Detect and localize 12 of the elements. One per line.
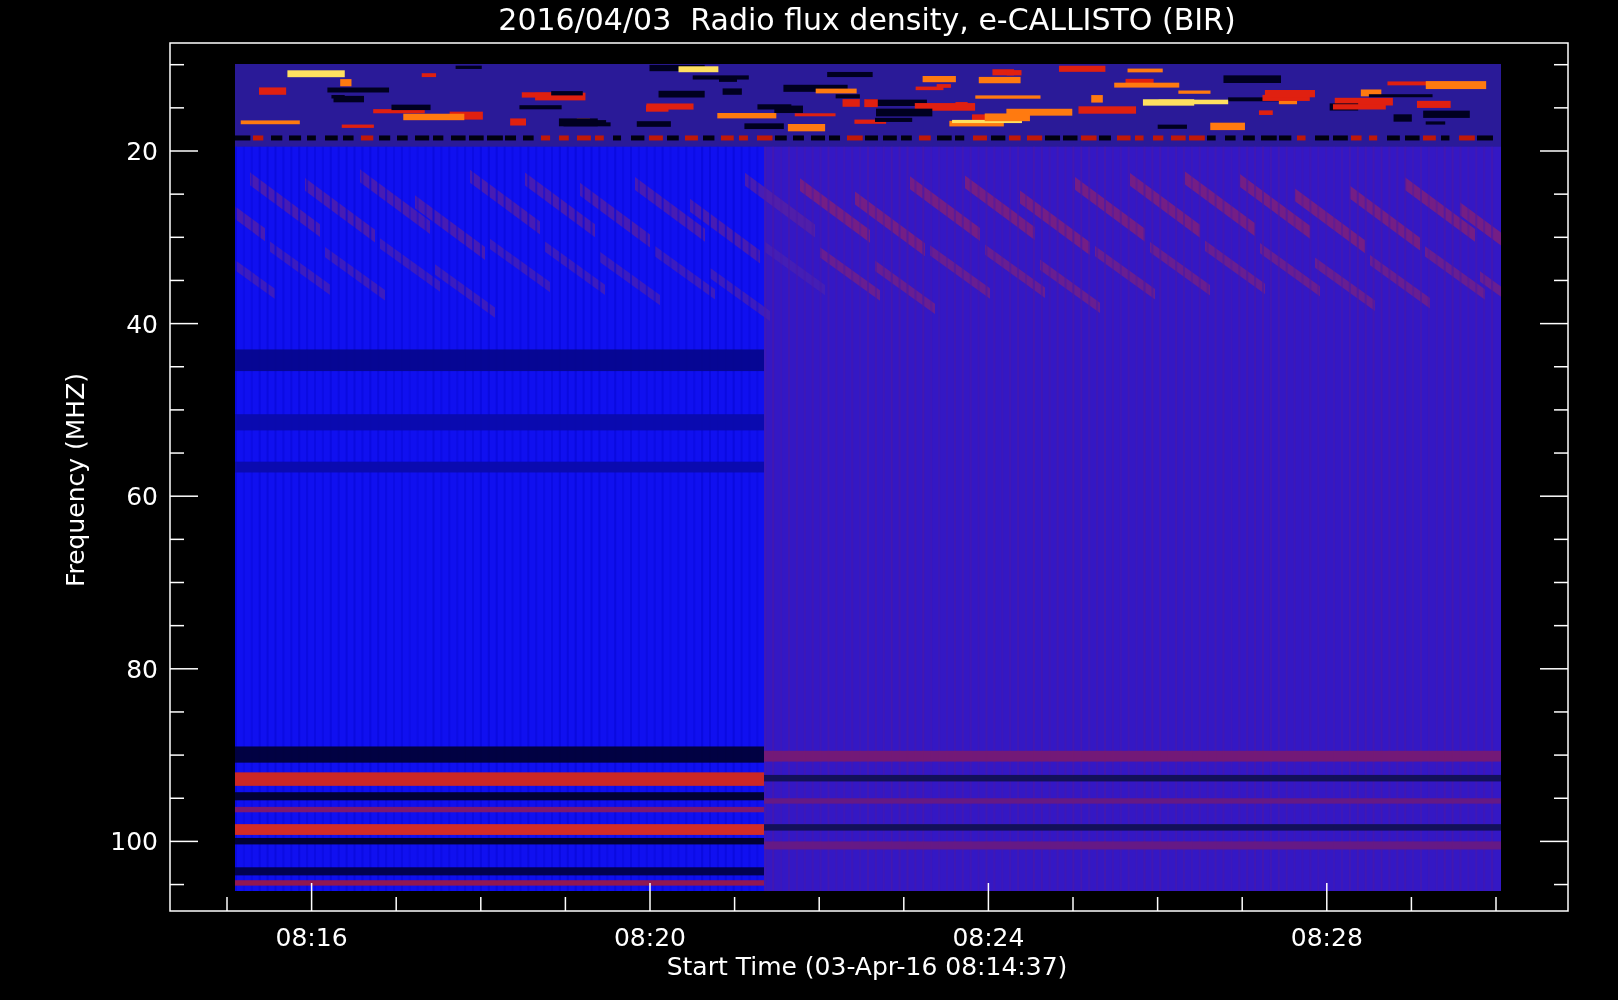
x-axis-label: Start Time (03-Apr-16 08:14:37) xyxy=(666,952,1068,981)
x-axis-tick-label: 08:28 xyxy=(1290,923,1363,952)
y-axis-tick-label: 20 xyxy=(126,137,158,166)
y-axis-tick-label: 60 xyxy=(126,482,158,512)
x-axis-tick-label: 08:24 xyxy=(952,923,1025,952)
chart-title: 2016/04/03 Radio flux density, e-CALLISTO (BIR) xyxy=(498,2,1236,37)
y-axis-tick-label: 80 xyxy=(126,654,158,684)
x-axis-tick-label: 08:20 xyxy=(614,923,686,952)
y-axis-tick-label: 40 xyxy=(126,309,158,339)
y-axis-label: Frequency (MHZ) xyxy=(61,372,90,588)
y-axis-tick-label: 100 xyxy=(110,827,158,857)
x-axis-tick-label: 08:16 xyxy=(275,923,348,952)
